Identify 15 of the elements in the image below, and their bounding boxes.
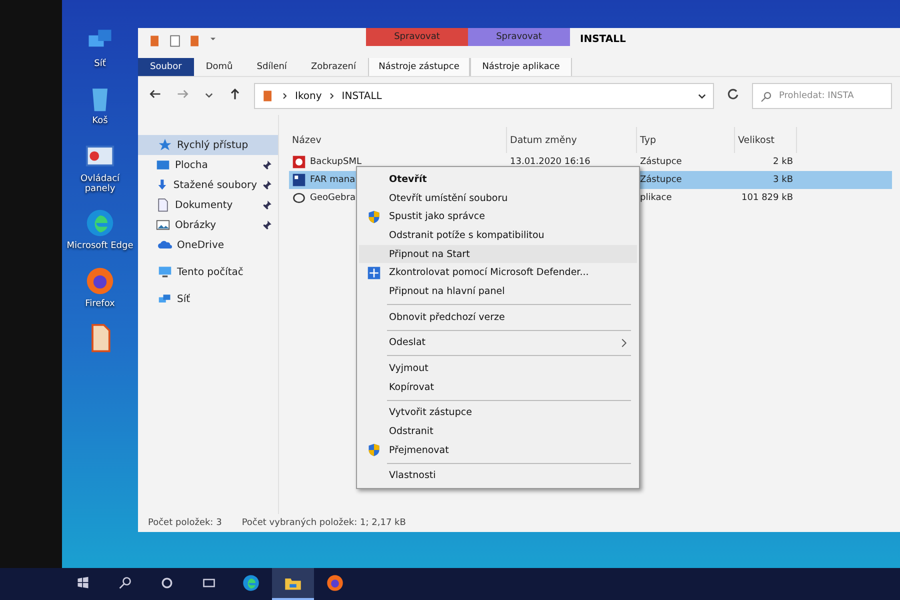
file-name: FAR mana [310,175,356,185]
window-title: INSTALL [579,33,627,47]
file-type: Zástupce [640,157,682,167]
status-text: Počet položek: 3 [148,518,222,528]
file-name: BackupSML [310,157,362,167]
file-size: 3 kB [772,175,794,185]
file-type: Zástupce [640,175,682,185]
file-type: plikace [640,193,672,203]
file-size: 101 829 kB [740,193,794,203]
file-date: 13.01.2020 16:16 [510,157,590,167]
context-tab-group: Spravovat [468,28,570,46]
context-tab-group: Spravovat [366,28,468,46]
file-size: 2 kB [772,157,794,167]
file-name: GeoGebra [310,193,356,203]
status-text: Počet vybraných položek: 1; 2,17 kB [242,518,406,528]
